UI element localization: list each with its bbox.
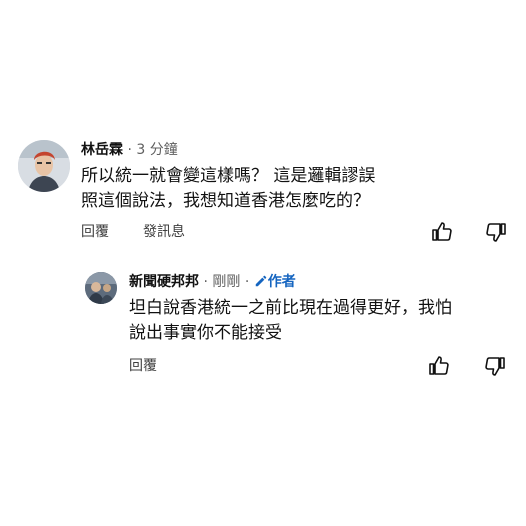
comment-author[interactable]: 林岳霖 xyxy=(81,142,123,158)
reply-actions: 回覆 xyxy=(129,354,513,378)
reply-button[interactable]: 回覆 xyxy=(81,222,109,242)
author-badge-label: 作者 xyxy=(267,274,296,290)
reply-button[interactable]: 回覆 xyxy=(129,356,157,376)
reply-body: 新聞硬邦邦 · 剛剛 · 作者 坦白說香港統一之前比現在過得更好，我怕 說出事實… xyxy=(129,272,509,346)
pencil-icon xyxy=(255,275,266,287)
reply-line: 說出事實你不能接受 xyxy=(129,323,282,343)
comment-line: 照這個說法，我想知道香港怎麼吃的？ xyxy=(81,191,370,211)
comment-actions: 回覆 發訊息 xyxy=(81,220,508,244)
comment-time[interactable]: 3 分鐘 xyxy=(136,142,177,158)
meta-separator: · xyxy=(244,274,250,290)
comment-meta: 林岳霖 · 3 分鐘 xyxy=(81,140,501,160)
reply-author[interactable]: 新聞硬邦邦 xyxy=(129,274,199,290)
comment-line: 所以統一就會變這樣嗎？ 這是邏輯謬誤 xyxy=(81,166,376,186)
comment-body: 林岳霖 · 3 分鐘 所以統一就會變這樣嗎？ 這是邏輯謬誤 照這個說法，我想知道… xyxy=(81,140,501,214)
meta-separator: · xyxy=(127,142,132,158)
comment-text: 所以統一就會變這樣嗎？ 這是邏輯謬誤 照這個說法，我想知道香港怎麼吃的？ xyxy=(81,164,501,214)
thumb-down-icon[interactable] xyxy=(484,220,508,244)
thumb-down-icon[interactable] xyxy=(483,354,507,378)
reply-time[interactable]: 剛剛 xyxy=(212,274,240,290)
message-button[interactable]: 發訊息 xyxy=(143,222,185,242)
reply-meta: 新聞硬邦邦 · 剛剛 · 作者 xyxy=(129,272,509,292)
avatar[interactable] xyxy=(85,272,117,304)
thumb-up-icon[interactable] xyxy=(430,220,454,244)
avatar[interactable] xyxy=(18,140,70,192)
meta-separator: · xyxy=(203,274,208,290)
thumb-up-icon[interactable] xyxy=(427,354,451,378)
avatar-photo xyxy=(85,272,117,304)
avatar-photo xyxy=(18,140,70,192)
author-badge: 作者 xyxy=(254,274,296,290)
reply-line: 坦白說香港統一之前比現在過得更好，我怕 xyxy=(129,298,452,318)
comment-thread: 林岳霖 · 3 分鐘 所以統一就會變這樣嗎？ 這是邏輯謬誤 照這個說法，我想知道… xyxy=(0,0,526,526)
reply-text: 坦白說香港統一之前比現在過得更好，我怕 說出事實你不能接受 xyxy=(129,296,509,346)
